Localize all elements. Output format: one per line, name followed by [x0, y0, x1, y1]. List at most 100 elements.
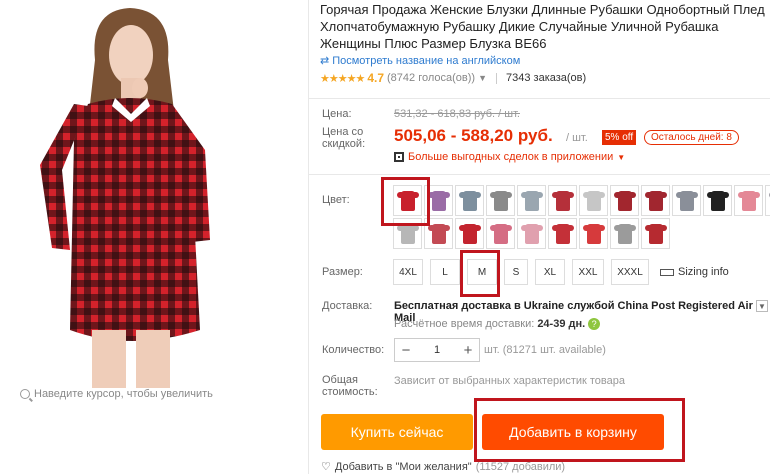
size-option[interactable]: XXL	[572, 259, 604, 285]
color-swatch[interactable]	[734, 185, 763, 216]
shirt-thumbnail-icon	[458, 190, 481, 211]
color-swatch[interactable]	[455, 218, 484, 249]
discount-badge: 5% off	[602, 130, 637, 145]
highlight-selected-color	[381, 177, 430, 226]
old-price: 531,32 - 618,83 руб. / шт.	[394, 108, 520, 120]
column-divider	[308, 0, 309, 474]
total-label-1: Общая	[322, 374, 358, 386]
product-image	[40, 8, 210, 388]
price-label: Цена:	[322, 108, 352, 120]
shirt-thumbnail-icon	[458, 223, 481, 244]
translate-title-link[interactable]: ⇄ Посмотреть название на английском	[320, 54, 770, 68]
shipping-label: Доставка:	[322, 300, 373, 312]
shirt-thumbnail-icon	[737, 190, 760, 211]
sale-price: 505,06 - 588,20 руб.	[394, 126, 553, 145]
discount-price-label-2: скидкой:	[322, 138, 366, 150]
size-option[interactable]: S	[504, 259, 528, 285]
color-swatch[interactable]	[548, 185, 577, 216]
magnifier-icon	[20, 389, 30, 399]
buy-now-button[interactable]: Купить сейчас	[321, 414, 473, 450]
quantity-available: шт. (81271 шт. available)	[484, 344, 606, 356]
shipping-dropdown-icon[interactable]: ▼	[756, 300, 768, 312]
color-swatch[interactable]	[765, 185, 770, 216]
shirt-thumbnail-icon	[582, 190, 605, 211]
quantity-stepper: − 1 +	[394, 338, 480, 362]
divider	[309, 174, 770, 175]
rating-row: ★★★★★ 4.7 (8742 голоса(ов)) ▼ 7343 заказ…	[320, 71, 770, 85]
quantity-label: Количество:	[322, 344, 385, 356]
wishlist-text: Добавить в "Мои желания"	[334, 460, 472, 473]
sizing-info-link[interactable]: Sizing info	[660, 266, 729, 278]
caret-down-icon: ▼	[617, 152, 626, 162]
days-left-badge: Осталось дней: 8	[644, 130, 739, 145]
color-swatch[interactable]	[486, 185, 515, 216]
sizing-info-text: Sizing info	[678, 266, 729, 278]
size-option[interactable]: L	[430, 259, 460, 285]
rating-stars-icon: ★★★★★	[320, 72, 365, 85]
translate-title-text: Посмотреть название на английском	[332, 54, 521, 67]
product-info: Горячая Продажа Женские Блузки Длинные Р…	[320, 0, 770, 85]
ruler-icon	[660, 268, 674, 276]
color-swatch[interactable]	[579, 185, 608, 216]
color-swatch[interactable]	[455, 185, 484, 216]
shirt-thumbnail-icon	[551, 190, 574, 211]
delivery-time-label: Расчётное время доставки:	[394, 318, 535, 330]
total-note: Зависит от выбранных характеристик товар…	[394, 375, 625, 387]
app-deals-link[interactable]: Больше выгодных сделок в приложении ▼	[394, 151, 625, 163]
color-label: Цвет:	[322, 194, 350, 206]
color-swatch[interactable]	[610, 218, 639, 249]
divider	[309, 98, 770, 99]
color-swatch[interactable]	[703, 185, 732, 216]
delivery-time: Расчётное время доставки: 24-39 дн. ?	[394, 318, 601, 330]
chevron-down-icon[interactable]: ▼	[478, 73, 487, 83]
shirt-thumbnail-icon	[644, 223, 667, 244]
heart-icon: ♡	[321, 461, 331, 473]
votes-link[interactable]: (8742 голоса(ов))	[387, 72, 475, 84]
shirt-thumbnail-icon	[520, 190, 543, 211]
size-option[interactable]: XXXL	[611, 259, 649, 285]
total-label-2: стоимость:	[322, 386, 378, 398]
color-swatch[interactable]	[486, 218, 515, 249]
color-swatch[interactable]	[548, 218, 577, 249]
decrease-button[interactable]: −	[395, 342, 417, 359]
separator	[496, 72, 497, 84]
shirt-thumbnail-icon	[427, 223, 450, 244]
zoom-hint-text: Наведите курсор, чтобы увеличить	[34, 388, 213, 400]
color-swatch[interactable]	[517, 185, 546, 216]
shirt-thumbnail-icon	[551, 223, 574, 244]
zoom-hint: Наведите курсор, чтобы увеличить	[20, 388, 213, 400]
highlight-add-to-cart	[474, 398, 685, 462]
shirt-thumbnail-icon	[489, 190, 512, 211]
shirt-thumbnail-icon	[706, 190, 729, 211]
highlight-selected-size	[460, 250, 500, 297]
size-option[interactable]: 4XL	[393, 259, 423, 285]
qr-code-icon	[394, 152, 404, 162]
product-photo[interactable]	[0, 0, 308, 388]
color-swatch[interactable]	[517, 218, 546, 249]
wishlist-count: (11527 добавили)	[475, 460, 566, 473]
help-icon[interactable]: ?	[588, 318, 601, 330]
increase-button[interactable]: +	[457, 342, 479, 359]
color-swatch[interactable]	[672, 185, 701, 216]
size-label: Размер:	[322, 266, 363, 278]
shirt-thumbnail-icon	[427, 190, 450, 211]
product-title: Горячая Продажа Женские Блузки Длинные Р…	[320, 2, 765, 51]
shirt-thumbnail-icon	[582, 223, 605, 244]
discount-price-label-1: Цена со	[322, 126, 364, 138]
shirt-thumbnail-icon	[644, 190, 667, 211]
shirt-thumbnail-icon	[520, 223, 543, 244]
size-option[interactable]: XL	[535, 259, 565, 285]
per-unit: / шт.	[566, 132, 588, 144]
color-swatch[interactable]	[641, 185, 670, 216]
shirt-thumbnail-icon	[489, 223, 512, 244]
orders-count: 7343 заказа(ов)	[506, 72, 587, 84]
translate-icon: ⇄	[320, 55, 330, 67]
shirt-thumbnail-icon	[613, 223, 636, 244]
quantity-input[interactable]: 1	[417, 344, 457, 356]
color-swatch[interactable]	[610, 185, 639, 216]
rating-value: 4.7	[367, 71, 384, 85]
shirt-thumbnail-icon	[613, 190, 636, 211]
shirt-thumbnail-icon	[675, 190, 698, 211]
color-swatch[interactable]	[641, 218, 670, 249]
color-swatch[interactable]	[579, 218, 608, 249]
